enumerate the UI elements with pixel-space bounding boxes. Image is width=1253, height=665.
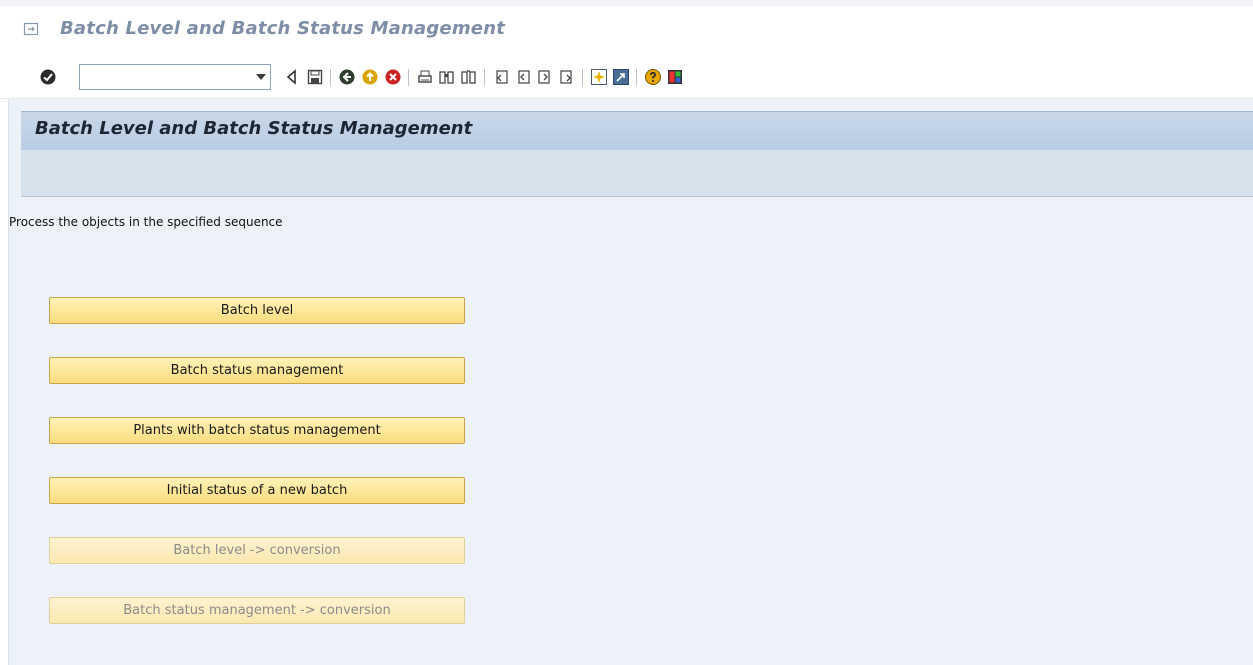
back-arrow-icon[interactable] [283, 68, 301, 86]
separator [330, 69, 331, 86]
main-content: Batch Level and Batch Status Management … [8, 99, 1253, 665]
previous-page-icon[interactable] [514, 68, 532, 86]
command-field[interactable] [79, 64, 271, 90]
header-band: Batch Level and Batch Status Management [21, 111, 1253, 151]
left-margin [0, 99, 8, 665]
help-icon[interactable] [644, 68, 662, 86]
menu-icon[interactable] [23, 21, 39, 37]
shortcut-icon[interactable] [612, 68, 630, 86]
separator [582, 69, 583, 86]
find-icon[interactable] [438, 68, 456, 86]
save-icon[interactable] [306, 68, 324, 86]
separator [636, 69, 637, 86]
toolbar [0, 58, 1253, 99]
batch-status-management-conversion-button: Batch status management -> conversion [49, 597, 465, 624]
separator [484, 69, 485, 86]
instruction-text: Process the objects in the specified seq… [9, 215, 283, 229]
window-title: Batch Level and Batch Status Management [60, 18, 506, 39]
print-icon[interactable] [416, 68, 434, 86]
batch-status-management-button[interactable]: Batch status management [49, 357, 465, 384]
separator [408, 69, 409, 86]
command-input[interactable] [83, 66, 247, 90]
initial-status-new-batch-button[interactable]: Initial status of a new batch [49, 477, 465, 504]
next-page-icon[interactable] [536, 68, 554, 86]
plants-with-batch-status-management-button[interactable]: Plants with batch status management [49, 417, 465, 444]
create-session-icon[interactable] [590, 68, 608, 86]
find-next-icon[interactable] [460, 68, 478, 86]
batch-level-button[interactable]: Batch level [49, 297, 465, 324]
first-page-icon[interactable] [492, 68, 510, 86]
enter-icon[interactable] [39, 68, 57, 86]
application-toolbar [21, 150, 1253, 197]
chevron-down-icon[interactable] [256, 74, 266, 80]
exit-icon[interactable] [361, 68, 379, 86]
page-title: Batch Level and Batch Status Management [35, 118, 473, 139]
last-page-icon[interactable] [558, 68, 576, 86]
cancel-icon[interactable] [384, 68, 402, 86]
batch-level-conversion-button: Batch level -> conversion [49, 537, 465, 564]
back-icon[interactable] [338, 68, 356, 86]
title-bar: Batch Level and Batch Status Management [0, 0, 1253, 58]
customize-layout-icon[interactable] [666, 68, 684, 86]
